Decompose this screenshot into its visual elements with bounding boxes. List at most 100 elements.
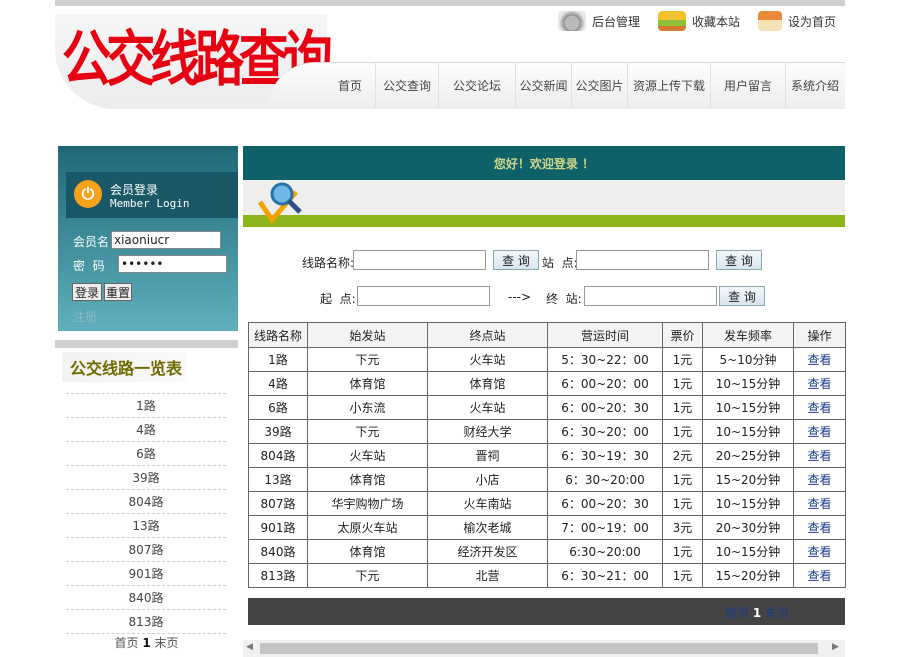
table-cell: 下元 [307, 563, 428, 588]
scroll-right-arrow-icon[interactable]: ▶ [832, 642, 839, 652]
login-button[interactable]: 登录 [72, 283, 102, 301]
pager-current: 1 [142, 636, 151, 650]
login-title: 会员登录 [110, 183, 159, 197]
table-cell: 39路 [248, 419, 308, 444]
username-label: 会员名 [73, 235, 110, 249]
line-query-button[interactable]: 查 询 [493, 250, 539, 270]
pager-last-link[interactable]: 末页 [765, 606, 789, 620]
table-cell: 6：30~20:00 [547, 467, 663, 492]
scroll-left-arrow-icon[interactable]: ◀ [246, 642, 253, 652]
col-header: 终点站 [427, 322, 548, 348]
set-homepage-link[interactable]: 设为首页 [758, 6, 836, 36]
table-cell: 6：30~21：00 [547, 563, 663, 588]
route-list-item[interactable]: 13路 [66, 513, 226, 537]
nav-downloads[interactable]: 资源上传下载 [628, 62, 711, 108]
nav-bus-news[interactable]: 公交新闻 [516, 62, 572, 108]
view-link[interactable]: 查看 [793, 563, 846, 588]
view-link[interactable]: 查看 [793, 371, 846, 396]
view-link[interactable]: 查看 [793, 515, 846, 540]
route-table: 线路名称 始发站 终点站 营运时间 票价 发车频率 操作 1路 下元 火车站 5：30… [248, 322, 846, 588]
home-icon [758, 11, 782, 31]
table-cell: 5：30~22：00 [547, 347, 663, 372]
start-input[interactable] [357, 286, 490, 306]
route-list-item[interactable]: 4路 [66, 417, 226, 441]
table-cell: 6:30~20:00 [547, 539, 663, 564]
station-label: 站 点: [542, 256, 578, 270]
view-link[interactable]: 查看 [793, 491, 846, 516]
table-cell: 1元 [662, 467, 703, 492]
table-row: 807路 华宇购物广场 火车南站 6：00~20：30 1元 10~15分钟 查看 [248, 491, 846, 516]
route-list-topbar [55, 340, 238, 348]
view-link[interactable]: 查看 [793, 539, 846, 564]
station-query-button[interactable]: 查 询 [716, 250, 762, 270]
table-cell: 6：00~20：30 [547, 491, 663, 516]
nav-bus-images[interactable]: 公交图片 [572, 62, 628, 108]
col-header: 始发站 [307, 322, 428, 348]
table-row: 813路 下元 北营 6：30~21：00 1元 15~20分钟 查看 [248, 563, 846, 588]
end-input[interactable] [584, 286, 717, 306]
table-cell: 6：00~20：00 [547, 371, 663, 396]
table-cell: 10~15分钟 [702, 371, 794, 396]
table-cell: 6路 [248, 395, 308, 420]
view-link[interactable]: 查看 [793, 395, 846, 420]
view-link[interactable]: 查看 [793, 443, 846, 468]
admin-link[interactable]: 后台管理 [558, 6, 640, 36]
route-list-item[interactable]: 804路 [66, 489, 226, 513]
route-list-item[interactable]: 807路 [66, 537, 226, 561]
table-cell: 1元 [662, 563, 703, 588]
nav-home[interactable]: 首页 [325, 62, 376, 108]
banner-strip [243, 180, 845, 215]
table-cell: 火车站 [427, 395, 548, 420]
col-header: 票价 [662, 322, 703, 348]
nav-about[interactable]: 系统介绍 [786, 62, 844, 108]
table-cell: 4路 [248, 371, 308, 396]
view-link[interactable]: 查看 [793, 347, 846, 372]
register-link[interactable]: 注册 [73, 308, 97, 325]
username-input[interactable]: xiaoniucr [111, 231, 221, 249]
pager-current: 1 [752, 606, 762, 620]
station-input[interactable] [576, 250, 709, 270]
route-list-item[interactable]: 1路 [66, 393, 226, 417]
col-header: 营运时间 [547, 322, 663, 348]
table-cell: 财经大学 [427, 419, 548, 444]
password-input[interactable]: •••••• [118, 255, 227, 273]
table-cell: 经济开发区 [427, 539, 548, 564]
table-row: 804路 火车站 晋祠 6：30~19：30 2元 20~25分钟 查看 [248, 443, 846, 468]
table-cell: 华宇购物广场 [307, 491, 428, 516]
transfer-query-button[interactable]: 查 询 [719, 286, 765, 306]
welcome-bar: 您好！欢迎登录 ！ [243, 146, 845, 180]
pager-first-link[interactable]: 首页 [725, 606, 749, 620]
view-link[interactable]: 查看 [793, 467, 846, 492]
table-cell: 榆次老城 [427, 515, 548, 540]
route-list-title: 公交线路一览表 [62, 352, 187, 382]
reset-button[interactable]: 重置 [104, 283, 132, 301]
table-cell: 太原火车站 [307, 515, 428, 540]
col-header: 操作 [793, 322, 846, 348]
route-list-pager: 首页 1 末页 [55, 634, 238, 651]
route-list-item[interactable]: 39路 [66, 465, 226, 489]
table-cell: 15~20分钟 [702, 563, 794, 588]
nav-messages[interactable]: 用户留言 [711, 62, 786, 108]
nav-bus-forum[interactable]: 公交论坛 [439, 62, 516, 108]
power-icon: ⏻ [74, 180, 102, 208]
pager-last-link[interactable]: 末页 [155, 636, 179, 650]
table-cell: 10~15分钟 [702, 491, 794, 516]
table-header-row: 线路名称 始发站 终点站 营运时间 票价 发车频率 操作 [248, 322, 846, 348]
route-list-item[interactable]: 840路 [66, 585, 226, 609]
table-cell: 6：30~19：30 [547, 443, 663, 468]
table-cell: 13路 [248, 467, 308, 492]
bookmark-link[interactable]: 收藏本站 [658, 6, 740, 36]
nav-bus-query[interactable]: 公交查询 [376, 62, 439, 108]
pager-first-link[interactable]: 首页 [114, 636, 138, 650]
line-name-input[interactable] [353, 250, 486, 270]
table-row: 901路 太原火车站 榆次老城 7：00~19：00 3元 20~30分钟 查看 [248, 515, 846, 540]
table-pager: 首页 1 末页 [725, 604, 789, 621]
table-cell: 晋祠 [427, 443, 548, 468]
table-cell: 5~10分钟 [702, 347, 794, 372]
view-link[interactable]: 查看 [793, 419, 846, 444]
table-cell: 7：00~19：00 [547, 515, 663, 540]
route-list-item[interactable]: 6路 [66, 441, 226, 465]
route-list-item[interactable]: 901路 [66, 561, 226, 585]
route-list-item[interactable]: 813路 [66, 609, 226, 634]
scrollbar-thumb[interactable] [260, 643, 818, 654]
